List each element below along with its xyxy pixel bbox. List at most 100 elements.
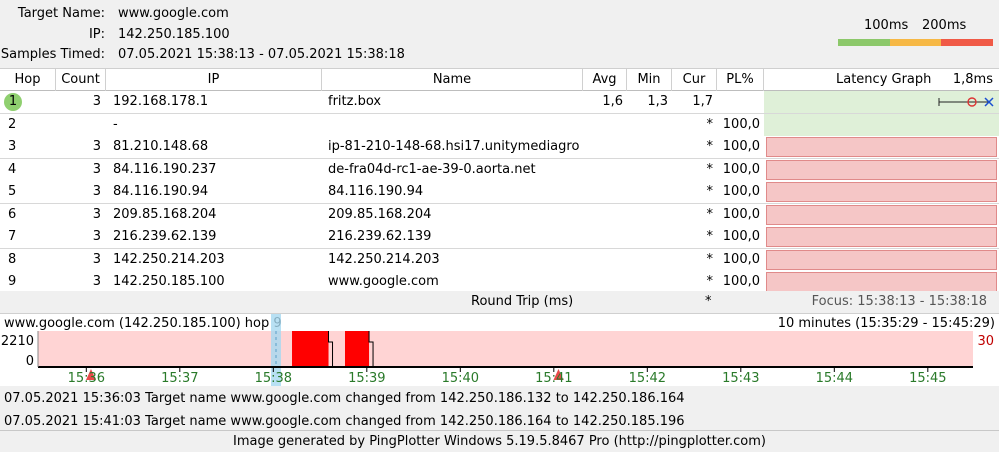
cell-hop: 7 [8,229,17,244]
cell-pl: 100,0 [722,184,760,199]
cell-min [627,271,672,293]
focus-range: Focus: 15:38:13 - 15:38:18 [811,294,987,309]
timeline-tick-label: 15:39 [348,371,385,386]
cell-avg [583,181,627,203]
samples-timed-value: 07.05.2021 15:38:13 - 07.05.2021 15:38:1… [118,47,405,62]
target-name-row: Target Name: www.google.com [0,4,999,24]
cell-min [627,181,672,203]
latency-bar-loss [766,249,997,270]
cell-avg [583,204,627,226]
cell-min [627,249,672,271]
cell-hop: 2 [8,116,17,132]
cell-count: 3 [92,139,101,154]
cell-hop: 4 [8,161,17,177]
timeline-tick-label: 15:37 [161,371,198,386]
cell-cur: * [706,139,714,154]
timeline-graph[interactable]: www.google.com (142.250.185.100) hop 9 1… [0,314,999,386]
cell-ip: 209.85.168.204 [113,206,217,222]
cell-name [322,114,583,136]
cell-name: 142.250.214.203 [328,251,440,267]
cell-cur: 1,7 [692,94,713,109]
timeline-loss-background [38,331,973,367]
timeline-tick-label: 15:41 [535,371,572,386]
cell-name: ip-81-210-148-68.hsi17.unitymediagro [328,139,580,154]
latency-bar-loss [766,159,997,180]
table-row[interactable]: 7 3 216.239.62.139 216.239.62.139 * 100,0 [0,226,999,249]
header-panel: Target Name: www.google.com IP: 142.250.… [0,0,999,68]
hop-selected-indicator: 1 [4,93,22,111]
timeline-tick-label: 15:42 [629,371,666,386]
timeline-chart[interactable]: 2210 0 30 15:36 15:37 15:38 15:39 15:40 15:41… [0,314,999,386]
cell-ip: 81.210.148.68 [113,139,209,154]
round-trip-row: Round Trip (ms) * Focus: 15:38:13 - 15:3… [0,291,999,314]
legend-red-segment [941,39,993,46]
cell-name: www.google.com [328,274,439,289]
cell-pl: 100,0 [722,229,760,244]
col-header-hop[interactable]: Hop [0,69,56,91]
table-row[interactable]: 4 3 84.116.190.237 de-fra04d-rc1-ae-39-0.ao… [0,158,999,182]
col-header-pl[interactable]: PL% [717,69,764,91]
latency-graph-title: Latency Graph [836,72,932,87]
col-header-ip[interactable]: IP [106,69,322,91]
cell-name: 84.116.190.94 [328,184,424,199]
timeline-tick-label: 15:40 [442,371,479,386]
cell-min [627,204,672,226]
cell-cur: * [706,206,714,222]
cell-count: 3 [92,206,101,222]
latency-bar-loss [766,227,997,247]
col-header-avg[interactable]: Avg [583,69,627,91]
cell-count: 3 [92,94,101,109]
table-row[interactable]: 8 3 142.250.214.203 142.250.214.203 * 100,0 [0,248,999,272]
table-row[interactable]: 6 3 209.85.168.204 209.85.168.204 * 100,0 [0,203,999,227]
col-header-cur[interactable]: Cur [672,69,717,91]
event-line-1: 07.05.2021 15:36:03 Target name www.goog… [4,391,685,406]
cell-cur: * [706,184,714,199]
col-header-min[interactable]: Min [627,69,672,91]
cell-pl: 100,0 [722,206,760,222]
cell-name: 209.85.168.204 [328,206,432,222]
latency-bar-loss [766,137,997,157]
cell-pl: 100,0 [722,274,760,289]
table-row[interactable]: 2 - * 100,0 [0,113,999,137]
cell-hop: 5 [8,184,17,199]
cell-ip: 84.116.190.237 [113,161,217,177]
cell-count: 3 [92,184,101,199]
cell-avg [583,114,627,136]
samples-timed-row: Samples Timed: 07.05.2021 15:38:13 - 07.… [0,45,999,65]
cell-ip: - [113,116,118,132]
cell-count: 3 [92,229,101,244]
timeline-tick-label: 15:36 [68,371,105,386]
cell-avg [583,249,627,271]
cell-pl: 100,0 [722,139,760,154]
latency-sample-marker [938,97,994,107]
table-row[interactable]: 1 3 192.168.178.1 fritz.box 1,6 1,3 1,7 [0,91,999,114]
latency-bar-ok [764,113,999,136]
cell-ip: 142.250.185.100 [113,274,225,289]
cell-hop: 3 [8,139,17,154]
cell-avg [583,159,627,181]
table-row[interactable]: 3 3 81.210.148.68 ip-81-210-148-68.hsi17.un… [0,136,999,159]
cell-avg [583,226,627,248]
cell-hop: 1 [0,91,56,113]
timeline-tick-label: 15:43 [722,371,759,386]
cell-name: de-fra04d-rc1-ae-39-0.aorta.net [328,161,536,177]
ip-value: 142.250.185.100 [118,27,230,42]
timeline-right-label: 30 [977,334,994,349]
timeline-loss-block [344,331,370,367]
col-header-latency-graph[interactable]: Latency Graph 1,8ms [764,69,999,91]
cell-hop: 9 [8,274,17,289]
col-header-name[interactable]: Name [322,69,583,91]
latency-bar-ok [764,91,999,113]
cell-pl: 100,0 [722,116,760,132]
cell-min [627,114,672,136]
cell-avg [583,136,627,158]
legend-100ms-label: 100ms [864,18,909,33]
cell-hop: 8 [8,251,17,267]
samples-timed-label: Samples Timed: [0,47,105,62]
target-name-value: www.google.com [118,6,229,21]
timeline-tick-label: 15:44 [816,371,853,386]
table-row[interactable]: 5 3 84.116.190.94 84.116.190.94 * 100,0 [0,181,999,204]
col-header-count[interactable]: Count [56,69,106,91]
cell-count: 3 [92,161,101,177]
cell-count: 3 [92,251,101,267]
